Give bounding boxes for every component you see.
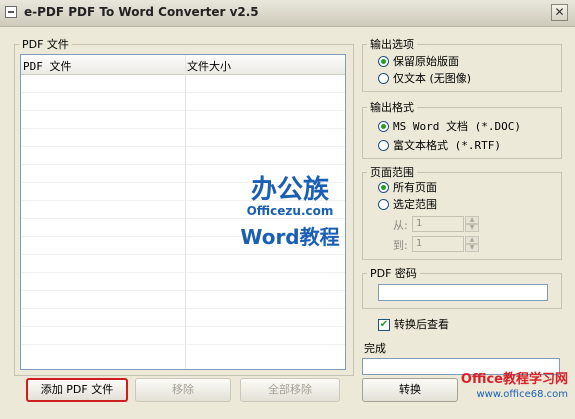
row-divider: [21, 146, 345, 147]
view-after-label: 转换后查看: [394, 318, 449, 331]
to-page-input[interactable]: 1: [412, 236, 464, 252]
radio-indicator: [378, 121, 389, 132]
row-divider: [21, 308, 345, 309]
status-label: 完成: [364, 342, 386, 355]
row-divider: [21, 200, 345, 201]
row-divider: [21, 218, 345, 219]
row-divider: [21, 254, 345, 255]
column-header-size[interactable]: 文件大小: [187, 58, 231, 74]
column-header-file[interactable]: PDF 文件: [23, 58, 72, 74]
from-page-spinner[interactable]: ▲ ▼: [465, 216, 479, 232]
window-title: e-PDF PDF To Word Converter v2.5: [24, 5, 259, 19]
pdf-file-list[interactable]: PDF 文件 文件大小: [20, 54, 346, 370]
remove-all-button[interactable]: 全部移除: [240, 378, 340, 402]
spin-down-icon[interactable]: ▼: [465, 224, 479, 232]
pdf-password-label: PDF 密码: [367, 265, 420, 281]
output-options-label: 输出选项: [367, 36, 417, 52]
add-pdf-button[interactable]: 添加 PDF 文件: [26, 378, 128, 402]
radio-indicator: [378, 140, 389, 151]
row-divider: [21, 182, 345, 183]
radio-indicator: [378, 73, 389, 84]
app-icon: [5, 6, 17, 18]
list-header: PDF 文件 文件大小: [21, 55, 345, 75]
page-range-label: 页面范围: [367, 164, 417, 180]
to-page-spinner[interactable]: ▲ ▼: [465, 236, 479, 252]
radio-format-doc-label: MS Word 文档 (*.DOC): [393, 120, 521, 133]
row-divider: [21, 344, 345, 345]
row-divider: [21, 236, 345, 237]
status-field: [362, 358, 560, 375]
radio-format-rtf-label: 富文本格式 (*.RTF): [393, 139, 501, 152]
row-divider: [21, 272, 345, 273]
convert-button[interactable]: 转换: [362, 378, 458, 402]
spin-up-icon[interactable]: ▲: [465, 236, 479, 244]
spin-up-icon[interactable]: ▲: [465, 216, 479, 224]
radio-indicator: [378, 199, 389, 210]
row-divider: [21, 92, 345, 93]
output-format-label: 输出格式: [367, 99, 417, 115]
close-button[interactable]: ✕: [551, 4, 568, 21]
radio-selected-range-label: 选定范围: [393, 198, 437, 211]
checkmark-icon: ✔: [378, 319, 390, 331]
column-divider: [185, 55, 186, 369]
radio-indicator: [378, 56, 389, 67]
row-divider: [21, 128, 345, 129]
remove-button[interactable]: 移除: [135, 378, 231, 402]
row-divider: [21, 110, 345, 111]
pdf-password-input[interactable]: [378, 284, 548, 301]
row-divider: [21, 290, 345, 291]
row-divider: [21, 326, 345, 327]
radio-text-only-label: 仅文本 (无图像): [393, 72, 472, 85]
title-bar[interactable]: e-PDF PDF To Word Converter v2.5 ✕: [0, 0, 575, 27]
from-label: 从:: [393, 219, 408, 232]
radio-keep-layout-label: 保留原始版面: [393, 55, 459, 68]
spin-down-icon[interactable]: ▼: [465, 244, 479, 252]
radio-all-pages-label: 所有页面: [393, 181, 437, 194]
radio-indicator: [378, 182, 389, 193]
from-page-input[interactable]: 1: [412, 216, 464, 232]
row-divider: [21, 164, 345, 165]
to-label: 到:: [393, 239, 408, 252]
pdf-files-group-label: PDF 文件: [19, 36, 72, 52]
